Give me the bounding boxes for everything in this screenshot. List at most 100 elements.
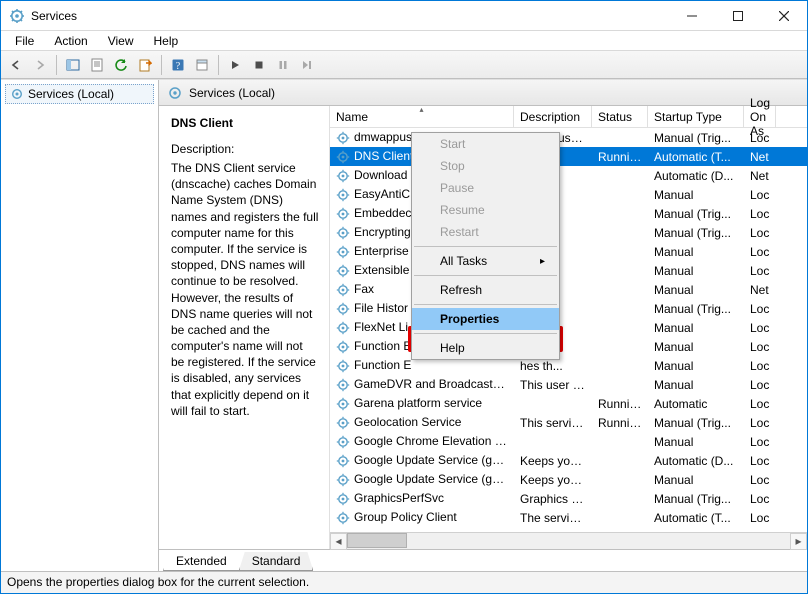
- refresh-button[interactable]: [110, 54, 132, 76]
- scroll-track[interactable]: [347, 533, 790, 550]
- service-row[interactable]: Garena platform serviceRunningAutomaticL…: [330, 394, 807, 413]
- services-grid: Name▴ Description Status Startup Type Lo…: [329, 106, 807, 549]
- gear-icon: [336, 340, 350, 354]
- cell-startup-type: Manual: [648, 359, 744, 373]
- context-menu-help[interactable]: Help: [412, 337, 559, 359]
- services-icon: [10, 87, 24, 101]
- gear-icon: [336, 321, 350, 335]
- cell-startup-type: Manual: [648, 340, 744, 354]
- cell-logon: Loc: [744, 245, 776, 259]
- cell-name: Google Chrome Elevation S...: [330, 434, 514, 449]
- context-menu-restart[interactable]: Restart: [412, 221, 559, 243]
- service-row[interactable]: Geolocation ServiceThis service ...Runni…: [330, 413, 807, 432]
- properties-button[interactable]: [86, 54, 108, 76]
- body: Services (Local) Services (Local) DNS Cl…: [1, 79, 807, 571]
- service-row[interactable]: Extensibleensi...ManualLoc: [330, 261, 807, 280]
- status-bar: Opens the properties dialog box for the …: [1, 571, 807, 593]
- gear-icon: [336, 454, 350, 468]
- submenu-arrow-icon: ▸: [540, 256, 545, 267]
- restart-service-button[interactable]: [296, 54, 318, 76]
- service-row[interactable]: Embeddecbed...Manual (Trig...Loc: [330, 204, 807, 223]
- tree-item-services-local[interactable]: Services (Local): [5, 84, 154, 104]
- service-row[interactable]: Downloadvs se...Automatic (D...Net: [330, 166, 807, 185]
- show-hide-tree-button[interactable]: [62, 54, 84, 76]
- service-row[interactable]: GameDVR and Broadcast Us...This user se.…: [330, 375, 807, 394]
- minimize-button[interactable]: [669, 1, 715, 31]
- menu-view[interactable]: View: [98, 32, 144, 50]
- service-row[interactable]: dmwappushsvcWAP Push ...Manual (Trig...L…: [330, 128, 807, 147]
- detail-description: The DNS Client service (dnscache) caches…: [171, 160, 319, 419]
- service-row[interactable]: EasyAntiCes int...ManualLoc: [330, 185, 807, 204]
- gear-icon: [336, 264, 350, 278]
- service-row[interactable]: FlexNet Lirvice ...ManualLoc: [330, 318, 807, 337]
- context-menu-pause[interactable]: Pause: [412, 177, 559, 199]
- tree-item-label: Services (Local): [28, 87, 114, 101]
- tab-standard[interactable]: Standard: [239, 552, 314, 571]
- service-row[interactable]: Function Ehes th...ManualLoc: [330, 356, 807, 375]
- back-button[interactable]: [5, 54, 27, 76]
- view-tabs: Extended Standard: [159, 549, 807, 571]
- grid-body[interactable]: dmwappushsvcWAP Push ...Manual (Trig...L…: [330, 128, 807, 532]
- service-row[interactable]: DNS ClientIS Cli...RunningAutomatic (T..…: [330, 147, 807, 166]
- context-menu-start[interactable]: Start: [412, 133, 559, 155]
- service-row[interactable]: GraphicsPerfSvcGraphics pe...Manual (Tri…: [330, 489, 807, 508]
- context-menu-resume[interactable]: Resume: [412, 199, 559, 221]
- stop-service-button[interactable]: [248, 54, 270, 76]
- context-menu-stop[interactable]: Stop: [412, 155, 559, 177]
- scroll-right-arrow-icon[interactable]: ▸: [790, 533, 807, 550]
- context-menu-refresh[interactable]: Refresh: [412, 279, 559, 301]
- cell-logon: Loc: [744, 435, 776, 449]
- context-menu-properties[interactable]: Properties: [412, 308, 559, 330]
- forward-button[interactable]: [29, 54, 51, 76]
- context-menu-separator: [414, 333, 557, 334]
- service-row[interactable]: Google Update Service (gup...Keeps your …: [330, 451, 807, 470]
- column-header-status[interactable]: Status: [592, 106, 648, 127]
- column-header-startup[interactable]: Startup Type: [648, 106, 744, 127]
- cell-logon: Loc: [744, 359, 776, 373]
- cell-startup-type: Manual (Trig...: [648, 302, 744, 316]
- service-row[interactable]: Google Update Service (gup...Keeps your …: [330, 470, 807, 489]
- cell-startup-type: Automatic: [648, 397, 744, 411]
- gear-icon: [336, 435, 350, 449]
- menu-action[interactable]: Action: [44, 32, 97, 50]
- tab-extended[interactable]: Extended: [163, 551, 240, 571]
- scroll-left-arrow-icon[interactable]: ◂: [330, 533, 347, 550]
- cell-logon: Net: [744, 169, 776, 183]
- maximize-button[interactable]: [715, 1, 761, 31]
- cell-name: Google Update Service (gup...: [330, 453, 514, 468]
- context-menu-all-tasks[interactable]: All Tasks▸: [412, 250, 559, 272]
- result-pane: Services (Local) DNS Client Description:…: [159, 80, 807, 571]
- service-row[interactable]: Function EPHO...ManualLoc: [330, 337, 807, 356]
- service-row[interactable]: Google Chrome Elevation S... ManualLoc: [330, 432, 807, 451]
- gear-icon: [336, 302, 350, 316]
- menu-file[interactable]: File: [5, 32, 44, 50]
- menu-help[interactable]: Help: [144, 32, 189, 50]
- pane-header: Services (Local): [159, 80, 807, 106]
- service-row[interactable]: Group Policy ClientThe service ...Automa…: [330, 508, 807, 527]
- start-service-button[interactable]: [224, 54, 246, 76]
- help-button[interactable]: ?: [167, 54, 189, 76]
- toolbar-divider: [218, 55, 219, 75]
- close-button[interactable]: [761, 1, 807, 31]
- service-row[interactable]: Enterprises ent...ManualLoc: [330, 242, 807, 261]
- service-row[interactable]: File Histors use...Manual (Trig...Loc: [330, 299, 807, 318]
- gear-icon: [336, 492, 350, 506]
- gear-icon: [336, 511, 350, 525]
- scroll-thumb[interactable]: [347, 533, 407, 548]
- export-button[interactable]: [134, 54, 156, 76]
- service-row[interactable]: Faxs you...ManualNet: [330, 280, 807, 299]
- column-header-name[interactable]: Name▴: [330, 106, 514, 127]
- gear-icon: [336, 283, 350, 297]
- column-header-description[interactable]: Description: [514, 106, 592, 127]
- cell-startup-type: Manual: [648, 245, 744, 259]
- title-bar[interactable]: Services: [1, 1, 807, 31]
- service-row[interactable]: Encryptinges th...Manual (Trig...Loc: [330, 223, 807, 242]
- properties-sheet-button[interactable]: [191, 54, 213, 76]
- horizontal-scrollbar[interactable]: ◂ ▸: [330, 532, 807, 549]
- pause-service-button[interactable]: [272, 54, 294, 76]
- cell-startup-type: Manual (Trig...: [648, 207, 744, 221]
- column-header-logon[interactable]: Log On As: [744, 106, 776, 127]
- cell-startup-type: Manual: [648, 435, 744, 449]
- gear-icon: [336, 131, 350, 145]
- console-tree[interactable]: Services (Local): [1, 80, 159, 571]
